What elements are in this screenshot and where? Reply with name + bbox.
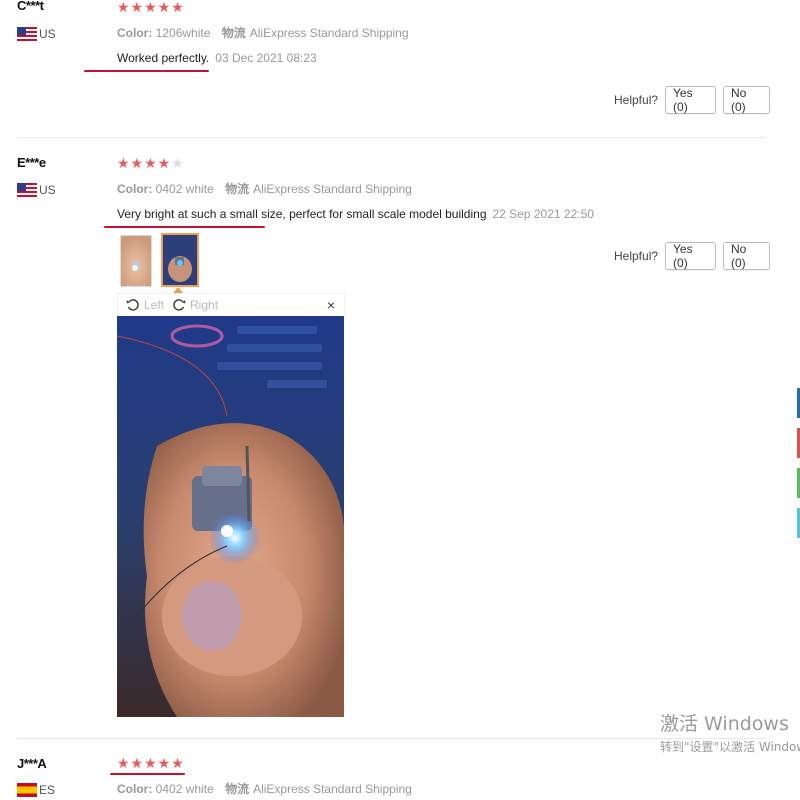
helpful-controls: Helpful? Yes (0) No (0): [614, 242, 770, 270]
review-photo-thumbnail-selected[interactable]: [161, 233, 199, 287]
country-code: ES: [39, 783, 56, 797]
review-attributes: Color: 0402 white 物流 AliExpress Standard …: [117, 180, 412, 197]
helpful-label: Helpful?: [614, 249, 659, 263]
stars-filled: ★★★★★: [117, 755, 185, 771]
review-body: Worked perfectly.: [117, 51, 210, 65]
review-attributes: Color: 1206white 物流 AliExpress Standard S…: [117, 24, 409, 41]
shipping-value: AliExpress Standard Shipping: [253, 782, 412, 796]
shipping-label: 物流: [225, 182, 250, 196]
review-photo-large: [117, 316, 344, 717]
no-button[interactable]: No (0): [722, 242, 770, 270]
rotate-left-label: Left: [144, 298, 165, 312]
color-label: Color:: [117, 782, 153, 796]
yes-button[interactable]: Yes (0): [665, 86, 716, 114]
color-value: 0402 white: [155, 182, 214, 196]
red-underline-annotation: [110, 773, 185, 775]
thumbnail-image: [121, 236, 151, 286]
us-flag-icon: [17, 27, 37, 41]
reviewer-name: E***e: [17, 155, 46, 170]
reviewer-country: US: [17, 27, 56, 41]
close-viewer-button[interactable]: ×: [327, 297, 335, 313]
windows-activation-watermark-subtitle: 转到"设置"以激活 Windows: [660, 740, 800, 754]
review-photo-thumbnail[interactable]: [120, 235, 152, 287]
yes-button[interactable]: Yes (0): [665, 242, 716, 270]
review-divider: [17, 738, 765, 739]
rotate-right-label: Right: [190, 298, 219, 312]
us-flag-icon: [17, 183, 37, 197]
star-rating: ★★★★★: [117, 0, 185, 14]
review-divider: [17, 137, 765, 138]
windows-activation-watermark-title: 激活 Windows: [660, 713, 789, 735]
rotate-left-icon: [126, 299, 139, 311]
reviewer-name: C***t: [17, 0, 44, 13]
shipping-value: AliExpress Standard Shipping: [253, 182, 412, 196]
photo-led-in-hand: [117, 316, 344, 717]
red-underline-annotation: [104, 226, 265, 228]
review-text: Worked perfectly. 03 Dec 2021 08:23: [117, 51, 317, 65]
stars-filled: ★★★★: [117, 155, 172, 171]
es-flag-icon: [17, 783, 37, 797]
color-value: 0402 white: [155, 782, 214, 796]
shipping-label: 物流: [221, 26, 246, 40]
color-label: Color:: [117, 26, 153, 40]
helpful-label: Helpful?: [614, 93, 659, 107]
country-code: US: [39, 183, 56, 197]
country-code: US: [39, 27, 56, 41]
shipping-info: 物流 AliExpress Standard Shipping: [225, 182, 412, 196]
image-viewer-toolbar: Left Right ×: [117, 293, 345, 316]
review-body: Very bright at such a small size, perfec…: [117, 207, 487, 221]
star-rating: ★★★★★: [117, 156, 185, 170]
reviewer-name: J***A: [17, 756, 47, 771]
reviewer-country: ES: [17, 783, 55, 797]
review-text: Very bright at such a small size, perfec…: [117, 207, 594, 221]
review-attributes: Color: 0402 white 物流 AliExpress Standard …: [117, 780, 412, 797]
stars-empty: ★: [171, 155, 185, 171]
review-date: 03 Dec 2021 08:23: [215, 51, 317, 65]
color-label: Color:: [117, 182, 153, 196]
red-underline-annotation: [84, 70, 209, 72]
shipping-value: AliExpress Standard Shipping: [249, 26, 409, 40]
shipping-info: 物流 AliExpress Standard Shipping: [222, 26, 409, 40]
rotate-left-button[interactable]: Left: [126, 298, 164, 312]
reviewer-country: US: [17, 183, 56, 197]
rotate-right-button[interactable]: Right: [172, 298, 218, 312]
no-button[interactable]: No (0): [722, 86, 770, 114]
review-date: 22 Sep 2021 22:50: [492, 207, 594, 221]
helpful-controls: Helpful? Yes (0) No (0): [614, 86, 770, 114]
shipping-info: 物流 AliExpress Standard Shipping: [225, 782, 412, 796]
shipping-label: 物流: [225, 782, 250, 796]
rotate-right-icon: [173, 299, 186, 311]
stars-filled: ★★★★★: [117, 0, 185, 15]
color-value: 1206white: [155, 26, 211, 40]
thumbnail-image: [163, 235, 197, 285]
star-rating: ★★★★★: [117, 756, 185, 770]
